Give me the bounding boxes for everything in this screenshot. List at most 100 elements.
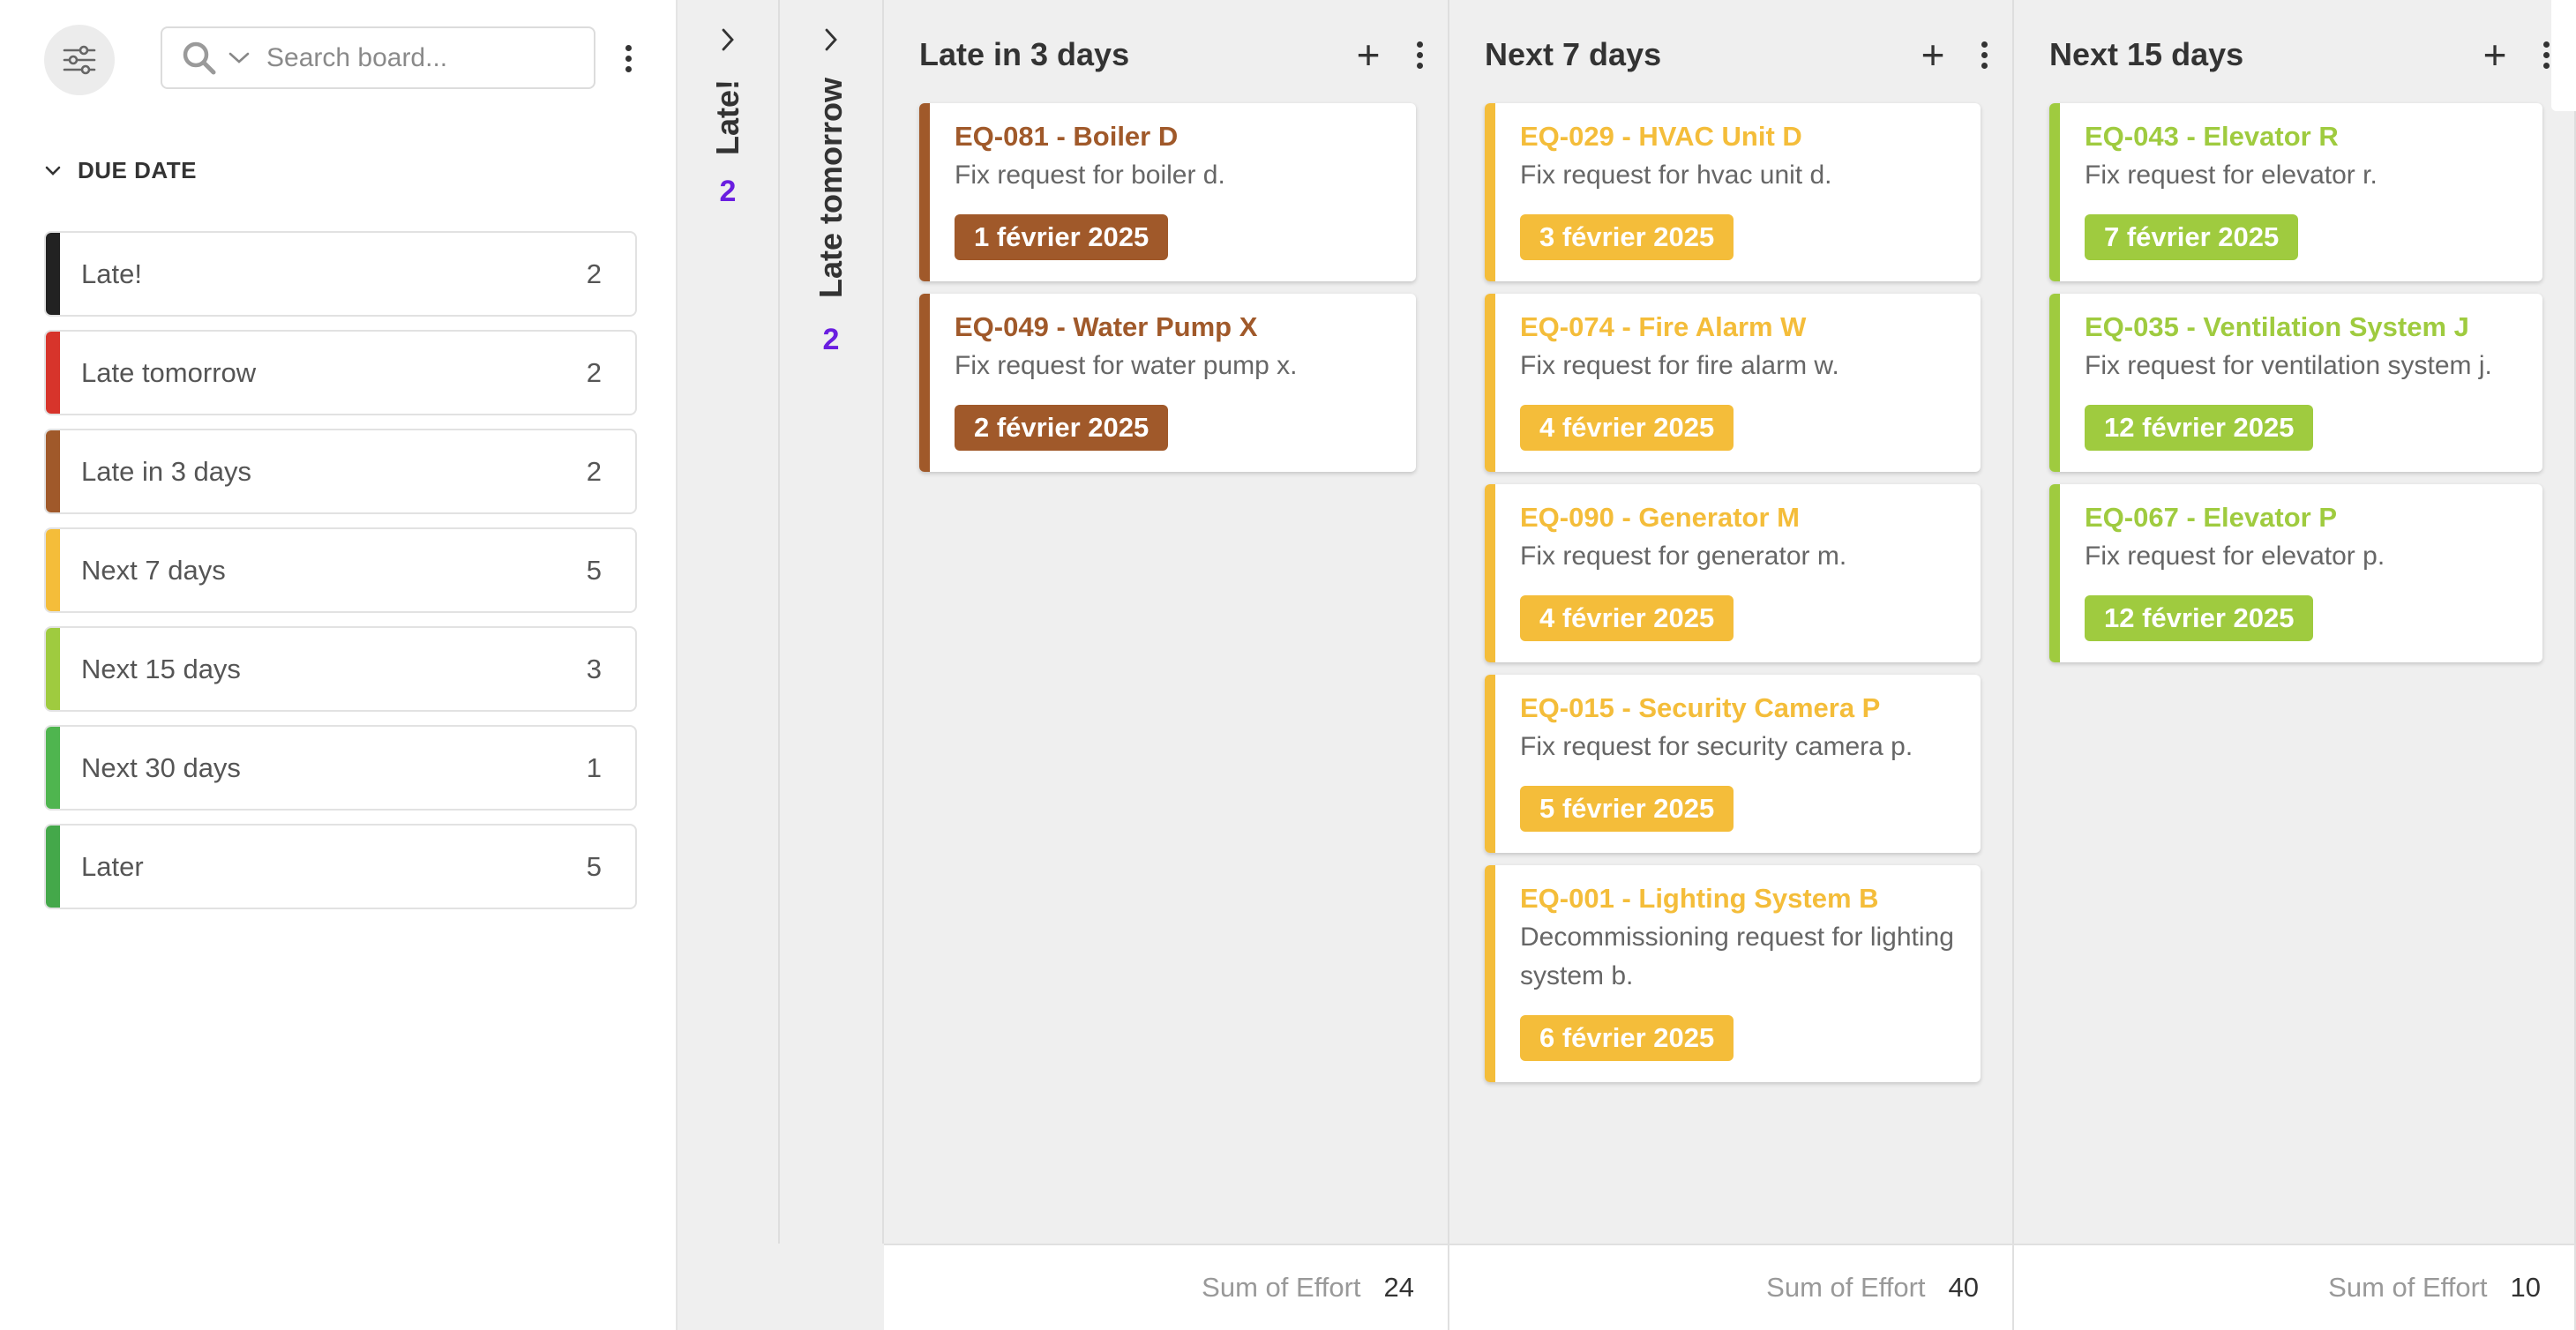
task-card[interactable]: EQ-074 - Fire Alarm W Fix request for fir… — [1485, 294, 1981, 472]
chevron-down-icon[interactable] — [228, 51, 251, 65]
group-item[interactable]: Late! 2 — [44, 231, 637, 317]
due-date-badge: 12 février 2025 — [2085, 595, 2314, 641]
task-card[interactable]: EQ-029 - HVAC Unit D Fix request for hvac… — [1485, 103, 1981, 281]
card-description: Fix request for ventilation system j. — [2085, 351, 2492, 380]
card-color-stripe — [1485, 103, 1495, 281]
column-title: Next 15 days — [2049, 36, 2244, 72]
task-card[interactable]: EQ-043 - Elevator R Fix request for eleva… — [2049, 103, 2542, 281]
due-date-badge: 3 février 2025 — [1520, 214, 1734, 260]
sliders-icon — [63, 45, 96, 75]
group-count: 2 — [586, 258, 602, 289]
folded-column-late[interactable]: Late! 2 — [678, 0, 780, 1244]
column-header: Next 7 days + — [1485, 30, 1993, 79]
board-column: Late in 3 days + EQ-081 - Boiler D Fix requ… — [884, 0, 1449, 1244]
task-card[interactable]: EQ-081 - Boiler D Fix request for boiler … — [919, 103, 1416, 281]
task-card[interactable]: EQ-015 - Security Camera P Fix request fo… — [1485, 675, 1981, 853]
search-input[interactable] — [266, 42, 584, 73]
column-options-icon[interactable] — [1975, 37, 1993, 72]
column-title: Next 7 days — [1485, 36, 1662, 72]
sidebar-options-icon[interactable] — [618, 39, 639, 78]
chevron-right-icon[interactable] — [822, 26, 840, 53]
card-title: EQ-035 - Ventilation System J — [2085, 311, 2469, 342]
group-item[interactable]: Late tomorrow 2 — [44, 330, 637, 415]
group-label: Later — [81, 850, 144, 882]
due-date-badge: 2 février 2025 — [955, 405, 1169, 451]
card-title: EQ-015 - Security Camera P — [1520, 692, 1881, 723]
group-color-bar — [46, 332, 60, 414]
due-date-badge: 1 février 2025 — [955, 214, 1169, 260]
card-description: Fix request for boiler d. — [955, 161, 1225, 190]
card-color-stripe — [1485, 675, 1495, 853]
board-column: Next 7 days + EQ-029 - HVAC Unit D Fix requ… — [1449, 0, 2014, 1244]
group-item[interactable]: Next 7 days 5 — [44, 527, 637, 613]
search-box — [161, 26, 595, 89]
group-label: Late in 3 days — [81, 455, 252, 487]
column-title: Late in 3 days — [919, 36, 1130, 72]
folded-column-title: Late tomorrow — [812, 77, 849, 299]
group-label: Next 30 days — [81, 751, 241, 783]
search-icon — [183, 41, 216, 74]
group-color-bar — [46, 628, 60, 710]
due-date-badge: 7 février 2025 — [2085, 214, 2299, 260]
card-list: EQ-081 - Boiler D Fix request for boiler … — [919, 103, 1416, 484]
task-card[interactable]: EQ-090 - Generator M Fix request for gene… — [1485, 484, 1981, 662]
task-card[interactable]: EQ-035 - Ventilation System J Fix request… — [2049, 294, 2542, 472]
card-title: EQ-043 - Elevator R — [2085, 121, 2339, 152]
card-title: EQ-090 - Generator M — [1520, 502, 1800, 533]
sum-label: Sum of Effort — [2328, 1272, 2488, 1303]
scrollbar[interactable] — [2551, 0, 2576, 111]
column-footer: Sum of Effort 10 — [2014, 1244, 2576, 1330]
folded-column-count: 2 — [719, 175, 737, 208]
card-description: Fix request for elevator r. — [2085, 161, 2378, 190]
board-column: Next 15 days + EQ-043 - Elevator R Fix requ… — [2014, 0, 2576, 1244]
due-date-badge: 5 février 2025 — [1520, 786, 1734, 832]
add-card-button[interactable]: + — [1915, 34, 1951, 75]
chevron-right-icon[interactable] — [719, 26, 737, 53]
sum-value: 10 — [2510, 1272, 2541, 1303]
card-title: EQ-067 - Elevator P — [2085, 502, 2338, 533]
column-header: Next 15 days + — [2049, 30, 2555, 79]
group-count: 2 — [586, 455, 602, 487]
folded-column-count: 2 — [822, 323, 840, 356]
column-options-icon[interactable] — [1411, 37, 1428, 72]
task-card[interactable]: EQ-067 - Elevator P Fix request for eleva… — [2049, 484, 2542, 662]
add-card-button[interactable]: + — [1351, 34, 1386, 75]
group-label: Next 15 days — [81, 653, 241, 684]
task-card[interactable]: EQ-001 - Lighting System B Decommissionin… — [1485, 865, 1981, 1082]
group-item[interactable]: Next 30 days 1 — [44, 725, 637, 811]
column-header: Late in 3 days + — [919, 30, 1428, 79]
group-color-bar — [46, 233, 60, 315]
due-date-badge: 4 février 2025 — [1520, 595, 1734, 641]
card-description: Fix request for hvac unit d. — [1520, 161, 1832, 190]
card-description: Fix request for fire alarm w. — [1520, 351, 1839, 380]
folded-column-late-tomorrow[interactable]: Late tomorrow 2 — [780, 0, 884, 1244]
card-color-stripe — [2049, 103, 2060, 281]
due-date-section-toggle[interactable]: DUE DATE — [44, 157, 197, 184]
group-list: Late! 2 Late tomorrow 2 Late in 3 days 2 Next … — [44, 231, 637, 923]
card-description: Decommissioning request for lighting sys… — [1520, 923, 1954, 990]
group-label: Next 7 days — [81, 554, 226, 586]
group-label: Late! — [81, 258, 142, 289]
section-title: DUE DATE — [78, 157, 197, 183]
filter-settings-button[interactable] — [44, 25, 115, 95]
task-card[interactable]: EQ-049 - Water Pump X Fix request for wat… — [919, 294, 1416, 472]
sidebar: DUE DATE Late! 2 Late tomorrow2 Late in 3 d… — [0, 0, 678, 1330]
add-card-button[interactable]: + — [2477, 34, 2512, 75]
group-color-bar — [46, 529, 60, 611]
group-color-bar — [46, 826, 60, 908]
group-item[interactable]: Late in 3 days 2 — [44, 429, 637, 514]
column-footer: Sum of Effort 24 — [884, 1244, 1449, 1330]
card-color-stripe — [2049, 294, 2060, 472]
card-color-stripe — [2049, 484, 2060, 662]
group-count: 3 — [586, 653, 602, 684]
card-color-stripe — [919, 103, 930, 281]
card-description: Fix request for elevator p. — [2085, 542, 2385, 571]
group-item[interactable]: Next 15 days 3 — [44, 626, 637, 712]
card-list: EQ-029 - HVAC Unit D Fix request for hvac… — [1485, 103, 1981, 1095]
card-list: EQ-043 - Elevator R Fix request for eleva… — [2049, 103, 2542, 675]
card-color-stripe — [1485, 865, 1495, 1082]
group-count: 1 — [586, 751, 602, 783]
group-item[interactable]: Later 5 — [44, 824, 637, 909]
group-count: 5 — [586, 554, 602, 586]
card-title: EQ-029 - HVAC Unit D — [1520, 121, 1802, 152]
